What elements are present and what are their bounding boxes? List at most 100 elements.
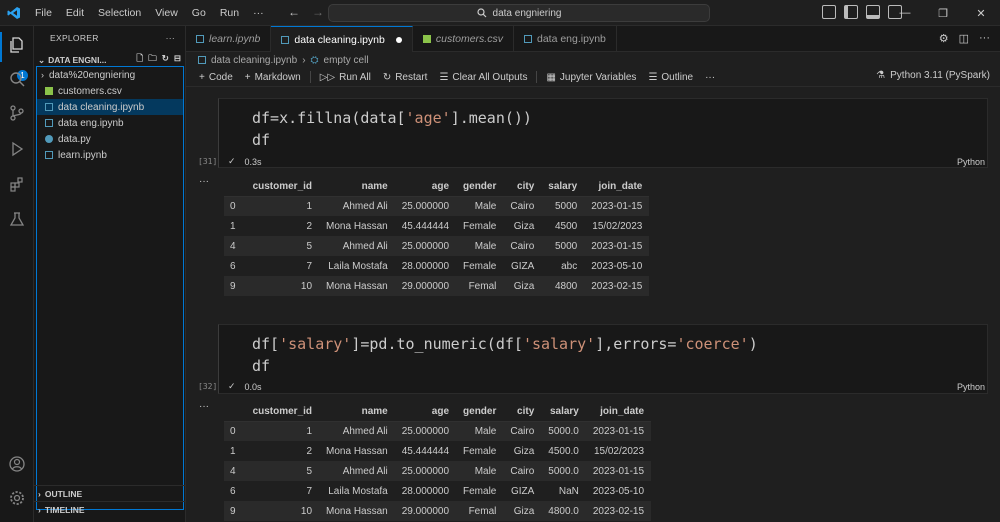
- restore-button[interactable]: ❐: [924, 0, 962, 26]
- menu-edit[interactable]: Edit: [59, 0, 91, 26]
- table-cell: 28.000000: [401, 485, 450, 497]
- minimize-button[interactable]: —: [886, 0, 924, 26]
- unsaved-dot-icon[interactable]: [395, 36, 402, 43]
- gear-icon[interactable]: ⚙: [939, 32, 949, 45]
- tab-data-cleaning[interactable]: data cleaning.ipynb: [271, 26, 413, 52]
- output-more-icon[interactable]: ···: [199, 176, 209, 187]
- kernel-picker[interactable]: ⚗ Python 3.11 (PySpark): [876, 70, 990, 81]
- tree-item-label: data cleaning.ipynb: [58, 101, 145, 113]
- forward-arrow-icon[interactable]: →: [312, 5, 324, 19]
- tree-item-folder[interactable]: › data%20engniering: [37, 67, 183, 83]
- run-all-button[interactable]: ▷▷ Run All: [314, 72, 377, 83]
- new-file-icon[interactable]: 🗋: [136, 53, 143, 67]
- table-cell: 2023-05-10: [591, 260, 643, 272]
- table-cell: Mona Hassan: [326, 220, 388, 232]
- tab-label: data eng.ipynb: [536, 33, 606, 45]
- table-cell: 4500: [554, 220, 578, 232]
- column-header: gender: [456, 177, 504, 197]
- toggle-panel-icon[interactable]: [866, 5, 880, 19]
- restart-button[interactable]: ↻ Restart: [377, 72, 434, 83]
- new-folder-icon[interactable]: 🗀: [148, 53, 157, 67]
- run-all-icon: ▷▷: [319, 71, 336, 83]
- table-cell: Giza: [513, 220, 535, 232]
- kernel-icon: ⚗: [876, 70, 886, 81]
- table-cell: Cairo: [503, 236, 542, 256]
- table-row: 1 2 Mona Hassan 45.444444 Female Giza 45…: [224, 216, 649, 236]
- table-cell: 25.000000: [394, 236, 457, 256]
- code-cell[interactable]: df=x.fillna(data['age'].mean()) df: [218, 98, 988, 168]
- menu-file[interactable]: File: [28, 0, 59, 26]
- menu-view[interactable]: View: [148, 0, 185, 26]
- breadcrumb: data cleaning.ipynb › ⛭ empty cell: [186, 52, 1000, 68]
- explorer-icon[interactable]: [6, 34, 28, 56]
- add-code-button[interactable]: + Code: [193, 72, 239, 83]
- table-cell: Mona Hassan: [319, 276, 395, 296]
- tab-customers-csv[interactable]: customers.csv: [413, 26, 514, 52]
- tree-item-learn[interactable]: learn.ipynb: [37, 147, 183, 163]
- code-line[interactable]: df: [219, 355, 987, 377]
- title-bar: File Edit Selection View Go Run ··· ← → …: [0, 0, 1000, 26]
- close-button[interactable]: ✕: [962, 0, 1000, 26]
- menu-more[interactable]: ···: [246, 0, 271, 26]
- tree-item-data-cleaning[interactable]: data cleaning.ipynb: [37, 99, 183, 115]
- table-row: 0 1 Ahmed Ali 25.000000 Male Cairo 5000 …: [224, 196, 650, 216]
- code-line[interactable]: df=x.fillna(data['age'].mean()): [219, 107, 987, 129]
- outline-button[interactable]: ☰ Outline: [642, 72, 699, 83]
- clear-outputs-button[interactable]: ☰ Clear All Outputs: [433, 72, 533, 83]
- settings-gear-icon[interactable]: [6, 487, 28, 509]
- explorer-sidebar: EXPLORER ··· ⌄ DATA ENGNI... 🗋 🗀 ↻ ⊟ › d…: [34, 26, 186, 522]
- tree-item-data-py[interactable]: data.py: [37, 131, 183, 147]
- table-row: 6 7 Laila Mostafa 28.000000 Female GIZA …: [224, 256, 649, 276]
- outline-title: OUTLINE: [44, 488, 83, 499]
- outline-section[interactable]: › OUTLINE: [34, 485, 186, 501]
- cell-language[interactable]: Python: [957, 382, 985, 392]
- menu-selection[interactable]: Selection: [91, 0, 148, 26]
- tree-item-data-eng[interactable]: data eng.ipynb: [37, 115, 183, 131]
- tab-learn[interactable]: learn.ipynb: [186, 26, 272, 52]
- search-view-icon[interactable]: [6, 68, 28, 90]
- testing-flask-icon[interactable]: [6, 208, 28, 230]
- toolbar-more-button[interactable]: ···: [699, 72, 721, 83]
- run-debug-icon[interactable]: [6, 138, 28, 160]
- timeline-title: TIMELINE: [44, 504, 85, 515]
- extensions-icon[interactable]: [6, 174, 28, 196]
- menu-run[interactable]: Run: [213, 0, 246, 26]
- cell-language[interactable]: Python: [957, 157, 985, 167]
- row-index: 4: [224, 236, 246, 256]
- table-cell: 5000: [541, 196, 585, 216]
- table-cell: Laila Mostafa: [328, 260, 388, 272]
- table-cell: Male: [456, 421, 504, 441]
- code-cell[interactable]: df['salary']=pd.to_numeric(df['salary'],…: [218, 324, 988, 394]
- table-cell: 45.444444: [401, 445, 450, 457]
- table-cell: 15/02/2023: [592, 220, 643, 232]
- table-cell: Cairo: [503, 421, 542, 441]
- table-cell: 29.000000: [394, 501, 457, 521]
- tree-item-customers-csv[interactable]: customers.csv: [37, 83, 183, 99]
- split-editor-icon[interactable]: ◫: [959, 32, 969, 45]
- source-control-icon[interactable]: [6, 102, 28, 124]
- table-cell: Ahmed Ali: [319, 196, 395, 216]
- customize-layout-icon[interactable]: [822, 5, 836, 19]
- menu-go[interactable]: Go: [185, 0, 213, 26]
- column-header: name: [319, 177, 395, 197]
- account-icon[interactable]: [6, 453, 28, 475]
- jupyter-variables-button[interactable]: ▦ Jupyter Variables: [540, 72, 642, 83]
- code-line[interactable]: df['salary']=pd.to_numeric(df['salary'],…: [219, 333, 987, 355]
- code-line[interactable]: df: [219, 129, 987, 151]
- output-more-icon[interactable]: ···: [199, 401, 209, 412]
- breadcrumb-file[interactable]: data cleaning.ipynb: [211, 55, 297, 66]
- explorer-more-icon[interactable]: ···: [166, 33, 175, 43]
- back-arrow-icon[interactable]: ←: [288, 5, 300, 19]
- chevron-right-icon: ›: [38, 488, 41, 499]
- more-actions-icon[interactable]: ···: [979, 32, 990, 45]
- command-center-search[interactable]: data engniering: [328, 4, 710, 22]
- code-string: 'salary': [522, 335, 596, 353]
- breadcrumb-cell[interactable]: empty cell: [324, 55, 369, 66]
- notebook-file-icon: [523, 35, 532, 43]
- timeline-section[interactable]: › TIMELINE: [34, 501, 186, 517]
- refresh-icon[interactable]: ↻: [162, 53, 169, 67]
- toggle-primary-sidebar-icon[interactable]: [844, 5, 858, 19]
- tab-data-eng[interactable]: data eng.ipynb: [514, 26, 617, 52]
- collapse-all-icon[interactable]: ⊟: [174, 53, 181, 67]
- add-markdown-button[interactable]: + Markdown: [239, 72, 307, 83]
